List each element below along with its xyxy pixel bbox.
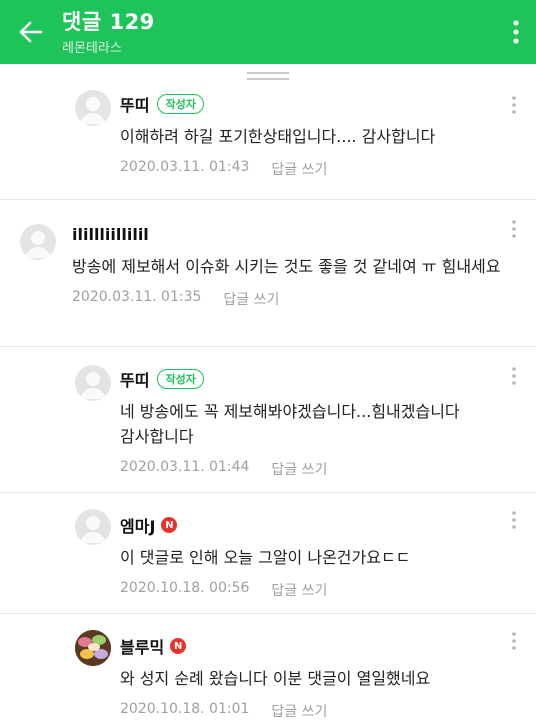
- reply-button[interactable]: 답글 쓰기: [271, 701, 327, 721]
- arrow-left-icon: [19, 21, 43, 43]
- comment-menu-button[interactable]: [506, 96, 522, 118]
- comment-author-row: ilillliillilil: [72, 222, 516, 246]
- header-titles: 댓글 129 레몬테라스: [62, 9, 496, 56]
- comment-menu-button[interactable]: [506, 220, 522, 242]
- comment-meta: 2020.03.11. 01:43 답글 쓰기: [120, 159, 516, 179]
- drag-handle-icon: [247, 72, 289, 80]
- more-vertical-icon: [512, 511, 516, 529]
- comment-meta: 2020.03.11. 01:35 답글 쓰기: [72, 289, 516, 309]
- author-badge: 작성자: [157, 94, 204, 114]
- comment-text: 이해하려 하길 포기한상태입니다.... 감사합니다: [120, 127, 436, 146]
- reply-button[interactable]: 답글 쓰기: [271, 580, 327, 600]
- new-badge-icon: N: [170, 638, 187, 654]
- comment-text: 와 성지 순례 왔습니다 이분 댓글이 열일했네요: [120, 669, 431, 688]
- comment-author[interactable]: 뚜띠: [120, 92, 149, 116]
- page-title: 댓글 129: [62, 9, 155, 34]
- comment-date: 2020.10.18. 01:01: [120, 701, 250, 717]
- author-badge: 작성자: [157, 369, 204, 389]
- comment-menu-button[interactable]: [506, 632, 522, 654]
- comment-item: 뚜띠 작성자 이해하려 하길 포기한상태입니다.... 감사합니다 2020.0…: [0, 88, 536, 200]
- comment-content: 뚜띠 작성자 이해하려 하길 포기한상태입니다.... 감사합니다 2020.0…: [120, 92, 516, 179]
- comment-text: 네 방송에도 꼭 제보해봐야겠습니다...힘내겠습니다 감사합니다: [120, 402, 460, 446]
- avatar[interactable]: [75, 509, 111, 545]
- avatar[interactable]: [75, 365, 111, 401]
- more-vertical-icon: [513, 20, 519, 44]
- comment-item: 뚜띠 작성자 네 방송에도 꼭 제보해봐야겠습니다...힘내겠습니다 감사합니다…: [0, 347, 536, 493]
- new-badge-icon: N: [161, 517, 178, 533]
- comment-author[interactable]: 뚜띠: [120, 367, 149, 391]
- comment-content: ilillliillilil 방송에 제보해서 이슈화 시키는 것도 좋을 것 …: [72, 222, 516, 309]
- comment-date: 2020.03.11. 01:44: [120, 459, 250, 475]
- back-button[interactable]: [0, 0, 62, 64]
- avatar[interactable]: [75, 630, 111, 666]
- default-avatar-icon: [80, 516, 106, 543]
- more-menu-button[interactable]: [496, 0, 536, 64]
- comment-item: 엠마J N 이 댓글로 인해 오늘 그알이 나온건가요ㄷㄷ 2020.10.18…: [0, 493, 536, 614]
- default-avatar-icon: [80, 97, 106, 124]
- comment-text: 이 댓글로 인해 오늘 그알이 나온건가요ㄷㄷ: [120, 548, 411, 567]
- comment-menu-button[interactable]: [506, 511, 522, 533]
- more-vertical-icon: [512, 96, 516, 114]
- reply-button[interactable]: 답글 쓰기: [223, 289, 279, 309]
- comment-author-row: 뚜띠 작성자: [120, 92, 516, 116]
- comment-meta: 2020.03.11. 01:44 답글 쓰기: [120, 459, 520, 479]
- reply-button[interactable]: 답글 쓰기: [271, 459, 327, 479]
- avatar[interactable]: [75, 90, 111, 126]
- comment-meta: 2020.10.18. 01:01 답글 쓰기: [120, 701, 516, 721]
- comment-date: 2020.03.11. 01:35: [72, 289, 202, 305]
- more-vertical-icon: [512, 220, 516, 238]
- cafe-name: 레몬테라스: [62, 40, 122, 56]
- comment-author-row: 엠마J N: [120, 513, 516, 537]
- more-vertical-icon: [512, 632, 516, 650]
- default-avatar-icon: [25, 231, 51, 258]
- avatar[interactable]: [20, 224, 56, 260]
- comment-author[interactable]: ilillliillilil: [72, 225, 149, 244]
- more-vertical-icon: [512, 367, 516, 385]
- comment-meta: 2020.10.18. 00:56 답글 쓰기: [120, 580, 516, 600]
- app-header: 댓글 129 레몬테라스: [0, 0, 536, 64]
- comment-author[interactable]: 엠마J: [120, 513, 155, 537]
- comment-content: 뚜띠 작성자 네 방송에도 꼭 제보해봐야겠습니다...힘내겠습니다 감사합니다…: [120, 367, 520, 479]
- comment-text: 방송에 제보해서 이슈화 시키는 것도 좋을 것 같네여 ㅠ 힘내세요: [72, 257, 501, 276]
- comment-author-row: 뚜띠 작성자: [120, 367, 520, 391]
- comment-list: 뚜띠 작성자 이해하려 하길 포기한상태입니다.... 감사합니다 2020.0…: [0, 88, 536, 726]
- comment-item: ilillliillilil 방송에 제보해서 이슈화 시키는 것도 좋을 것 …: [0, 200, 536, 347]
- macaron-avatar-icon: [75, 630, 111, 666]
- reply-button[interactable]: 답글 쓰기: [271, 159, 327, 179]
- comment-date: 2020.03.11. 01:43: [120, 159, 250, 175]
- comment-author-row: 블루믹 N: [120, 634, 516, 658]
- comment-menu-button[interactable]: [506, 367, 522, 389]
- comment-author[interactable]: 블루믹: [120, 634, 164, 658]
- default-avatar-icon: [80, 372, 106, 399]
- sheet-handle[interactable]: [0, 64, 536, 88]
- comment-content: 엠마J N 이 댓글로 인해 오늘 그알이 나온건가요ㄷㄷ 2020.10.18…: [120, 513, 516, 600]
- comment-date: 2020.10.18. 00:56: [120, 580, 250, 596]
- comment-content: 블루믹 N 와 성지 순례 왔습니다 이분 댓글이 열일했네요 2020.10.…: [120, 634, 516, 721]
- comment-item: 블루믹 N 와 성지 순례 왔습니다 이분 댓글이 열일했네요 2020.10.…: [0, 614, 536, 726]
